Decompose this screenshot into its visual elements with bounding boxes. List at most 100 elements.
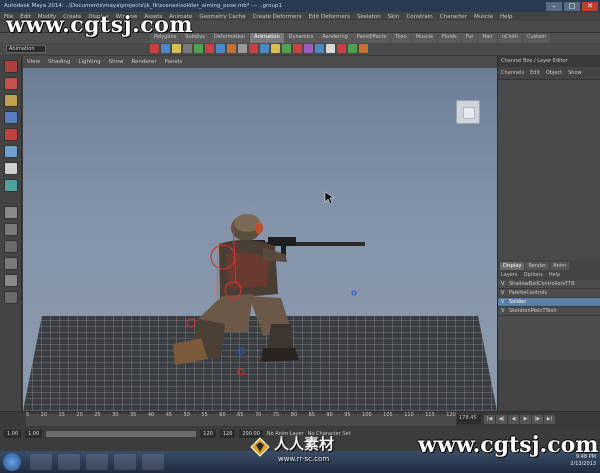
layer-menu-layers[interactable]: Layers	[501, 272, 518, 278]
tool-icon[interactable]	[3, 145, 18, 158]
shelf-tool-icon[interactable]	[359, 44, 368, 53]
tool-icon[interactable]	[3, 94, 18, 107]
tool-icon[interactable]	[3, 223, 18, 236]
shelf-tool-icon[interactable]	[249, 44, 258, 53]
tool-icon[interactable]	[3, 77, 18, 90]
playback-end-field[interactable]: 120	[200, 430, 216, 438]
shelf-tab-deformation[interactable]: Deformation	[209, 33, 250, 43]
maya-taskbar-icon[interactable]	[142, 454, 164, 470]
chrome-icon[interactable]	[58, 454, 80, 470]
menu-set-dropdown[interactable]: Animation	[6, 45, 46, 53]
explorer-icon[interactable]	[30, 454, 52, 470]
playback-start-field[interactable]: 1.00	[25, 430, 43, 438]
shelf-tab-dynamics[interactable]: Dynamics	[284, 33, 318, 43]
tool-icon[interactable]	[3, 111, 18, 124]
shelf-tool-icon[interactable]	[315, 44, 324, 53]
menu-skin[interactable]: Skin	[388, 14, 400, 20]
tool-icon[interactable]	[3, 162, 18, 175]
shelf-tool-icon[interactable]	[183, 44, 192, 53]
layer-row[interactable]: V PaletteControls	[498, 289, 600, 298]
layer-visibility-toggle[interactable]: V	[501, 290, 506, 296]
shelf-tab-muscle[interactable]: Muscle	[411, 33, 438, 43]
shelf-tab-custom[interactable]: Custom	[523, 33, 551, 43]
layer-menu-options[interactable]: Options	[524, 272, 543, 278]
layer-tab-anim[interactable]: Anim	[550, 262, 570, 270]
range-slider-bar[interactable]	[46, 431, 197, 437]
close-button[interactable]: ✕	[582, 1, 598, 11]
panel-menu-panels[interactable]: Panels	[165, 59, 183, 65]
menu-edit-deformers[interactable]: Edit Deformers	[309, 14, 350, 20]
tool-icon[interactable]	[3, 128, 18, 141]
shelf-tool-icon[interactable]	[238, 44, 247, 53]
playback-button[interactable]: ◀	[508, 415, 519, 424]
shelf-tool-icon[interactable]	[194, 44, 203, 53]
shelf-tab-animation[interactable]: Animation	[250, 33, 284, 43]
tool-icon[interactable]	[3, 291, 18, 304]
shelf-tool-icon[interactable]	[161, 44, 170, 53]
menu-skeleton[interactable]: Skeleton	[357, 14, 381, 20]
animation-start-field[interactable]: 1.00	[4, 430, 22, 438]
shelf-tool-icon[interactable]	[260, 44, 269, 53]
tool-icon[interactable]	[3, 274, 18, 287]
tool-icon[interactable]	[3, 206, 18, 219]
playback-button[interactable]: ▶|	[544, 415, 555, 424]
tool-icon[interactable]	[3, 179, 18, 192]
start-button[interactable]	[3, 453, 21, 471]
channel-menu-edit[interactable]: Edit	[530, 70, 540, 76]
shelf-tool-icon[interactable]	[227, 44, 236, 53]
panel-menu-lighting[interactable]: Lighting	[78, 59, 100, 65]
shelf-tab-fur[interactable]: Fur	[461, 33, 478, 43]
animation-end-field[interactable]: 120	[219, 430, 236, 438]
panel-menu-renderer[interactable]: Renderer	[131, 59, 156, 65]
shelf-tool-icon[interactable]	[348, 44, 357, 53]
layer-tab-display[interactable]: Display	[500, 262, 525, 270]
menu-character[interactable]: Character	[440, 14, 467, 20]
perspective-viewport[interactable]	[23, 68, 497, 411]
shelf-tool-icon[interactable]	[337, 44, 346, 53]
minimize-button[interactable]: –	[546, 1, 562, 11]
panel-menu-view[interactable]: View	[27, 59, 40, 65]
layer-menu-help[interactable]: Help	[549, 272, 560, 278]
shelf-tool-icon[interactable]	[271, 44, 280, 53]
time-slider[interactable]: 5 10 15 20 25 30 35 40 45 50 55 60 65 70 75 80 85 90 95 100…	[0, 411, 600, 427]
layer-visibility-toggle[interactable]: V	[501, 299, 506, 305]
shelf-tool-icon[interactable]	[172, 44, 181, 53]
soldier-character[interactable]	[23, 68, 497, 411]
shelf-tab-rendering[interactable]: Rendering	[318, 33, 352, 43]
playback-button[interactable]: ◀|	[496, 415, 507, 424]
shelf-tool-icon[interactable]	[216, 44, 225, 53]
tool-icon[interactable]	[3, 60, 18, 73]
media-player-icon[interactable]	[86, 454, 108, 470]
playback-button[interactable]: ▶	[520, 415, 531, 424]
shelf-tab-toon[interactable]: Toon	[391, 33, 411, 43]
layer-row[interactable]: V SkeletonMainTTesh	[498, 307, 600, 316]
panel-menu-show[interactable]: Show	[109, 59, 124, 65]
layer-visibility-toggle[interactable]: V	[501, 281, 506, 287]
maximize-button[interactable]: □	[564, 1, 580, 11]
playback-button[interactable]: |◀	[484, 415, 495, 424]
shelf-tool-icon[interactable]	[282, 44, 291, 53]
layer-row[interactable]: V Soldier	[498, 298, 600, 307]
shelf-tab-ncloth[interactable]: nCloth	[497, 33, 523, 43]
channel-box-area[interactable]	[498, 80, 600, 260]
layer-visibility-toggle[interactable]: V	[501, 308, 506, 314]
tool-icon[interactable]	[3, 257, 18, 270]
layer-row[interactable]: V ShadowBallControllersTTR	[498, 280, 600, 289]
shelf-tab-fluids[interactable]: Fluids	[438, 33, 461, 43]
layer-tab-render[interactable]: Render	[525, 262, 550, 270]
menu-geometry-cache[interactable]: Geometry Cache	[199, 14, 245, 20]
menu-create-deformers[interactable]: Create Deformers	[253, 14, 302, 20]
channel-menu-object[interactable]: Object	[546, 70, 562, 76]
playback-button[interactable]: |▶	[532, 415, 543, 424]
shelf-tool-icon[interactable]	[326, 44, 335, 53]
shelf-tool-icon[interactable]	[205, 44, 214, 53]
shelf-tool-icon[interactable]	[150, 44, 159, 53]
shelf-tab-painteffects[interactable]: PaintEffects	[352, 33, 391, 43]
menu-constrain[interactable]: Constrain	[406, 14, 432, 20]
menu-help[interactable]: Help	[500, 14, 513, 20]
shelf-tool-icon[interactable]	[293, 44, 302, 53]
channel-menu-channels[interactable]: Channels	[501, 70, 524, 76]
menu-muscle[interactable]: Muscle	[474, 14, 493, 20]
shelf-tool-icon[interactable]	[304, 44, 313, 53]
channel-menu-show[interactable]: Show	[568, 70, 582, 76]
